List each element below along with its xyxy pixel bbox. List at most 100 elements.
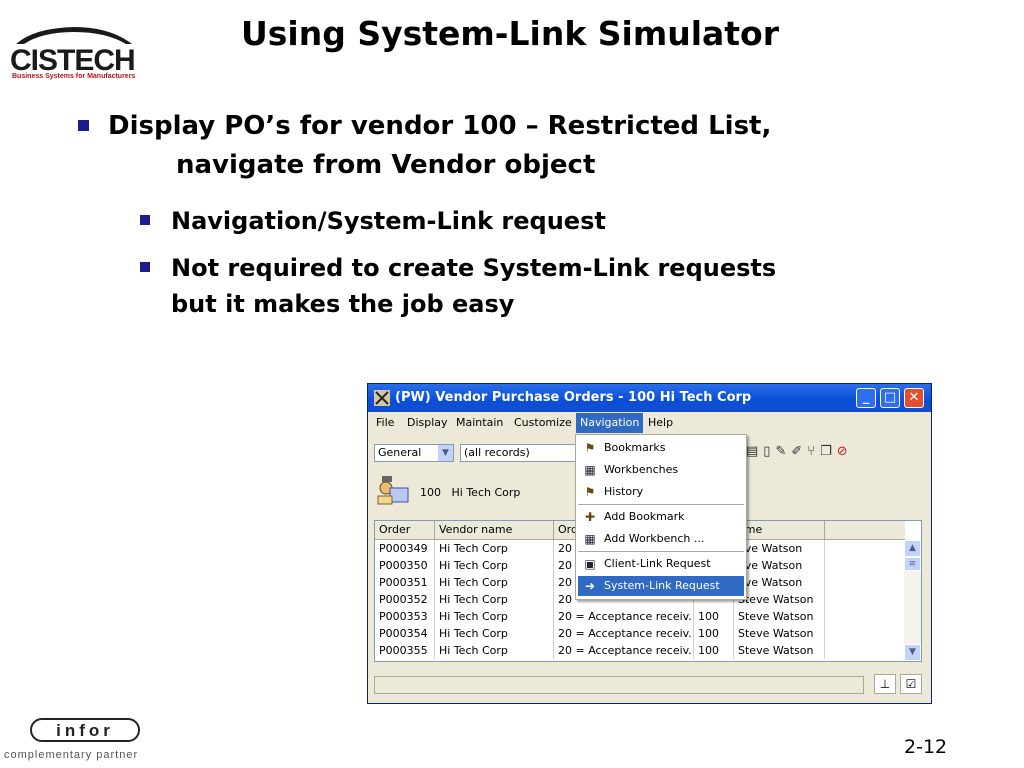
- cell-buyer: Steve Watson: [734, 608, 825, 625]
- menu-display[interactable]: Display: [407, 416, 448, 429]
- delete-icon[interactable]: ⊘: [837, 444, 853, 459]
- column-header-buyer-name[interactable]: ame: [734, 521, 825, 540]
- cell-status: 20 = Acceptance receiv...: [554, 625, 694, 642]
- toolbar-icons: ▤▯✎✐⑂❐⊘: [746, 444, 853, 459]
- checklist-icon[interactable]: ☑: [900, 674, 922, 694]
- cell-code: 100: [694, 608, 734, 625]
- column-header-order[interactable]: Order: [375, 521, 435, 540]
- cell-buyer: Steve Watson: [734, 591, 825, 608]
- menu-item-label: Workbenches: [604, 463, 679, 476]
- chevron-down-icon[interactable]: ▼: [438, 445, 453, 461]
- minimize-button[interactable]: _: [856, 388, 876, 408]
- bullet-sub-2: Not required to create System-Link reque…: [140, 250, 776, 322]
- cell-vendor-name: Hi Tech Corp: [435, 642, 554, 659]
- bullet-sub-2-line2: but it makes the job easy: [171, 290, 515, 318]
- vendor-header: 100 Hi Tech Corp: [420, 486, 520, 499]
- tree-icon[interactable]: ⑂: [807, 444, 820, 459]
- menu-separator: [578, 551, 744, 552]
- cell-vendor-name: Hi Tech Corp: [435, 608, 554, 625]
- cell-order: P000353: [375, 608, 435, 625]
- menu-item-label: Bookmarks: [604, 441, 666, 454]
- cell-order: P000350: [375, 557, 435, 574]
- cell-vendor-name: Hi Tech Corp: [435, 574, 554, 591]
- cell-buyer: eve Watson: [734, 540, 825, 557]
- cell-code: 100: [694, 625, 734, 642]
- cell-vendor-name: Hi Tech Corp: [435, 625, 554, 642]
- menu-item-add-workbench[interactable]: ▦ Add Workbench ...: [578, 529, 744, 549]
- cell-status: 20 = Acceptance receiv...: [554, 642, 694, 659]
- close-button[interactable]: ✕: [904, 388, 924, 408]
- cell-order: P000354: [375, 625, 435, 642]
- maximize-button[interactable]: □: [880, 388, 900, 408]
- footer-partner-text: complementary partner: [4, 749, 139, 761]
- new-document-icon[interactable]: ▯: [763, 444, 775, 459]
- workbenches-icon: ▦: [584, 463, 596, 477]
- history-icon: ⚑: [584, 485, 596, 499]
- infor-logo: infor: [30, 718, 140, 742]
- view-select[interactable]: General ▼: [374, 444, 454, 462]
- system-link-icon: ➜: [584, 579, 596, 593]
- table-row[interactable]: P000355 Hi Tech Corp 20 = Acceptance rec…: [375, 642, 905, 659]
- scroll-thumb[interactable]: ≡: [904, 557, 921, 571]
- view-select-value: General: [378, 446, 422, 459]
- scroll-down-button[interactable]: ▼: [904, 644, 921, 661]
- menu-bar: File Display Maintain Customize Navigati…: [368, 413, 931, 433]
- bullet-sub-1: Navigation/System-Link request: [140, 203, 606, 239]
- window-title: (PW) Vendor Purchase Orders - 100 Hi Tec…: [395, 390, 752, 405]
- cell-buyer: eve Watson: [734, 557, 825, 574]
- car-silhouette-icon: [16, 27, 132, 44]
- bullet-sub-2-line1: Not required to create System-Link reque…: [171, 254, 777, 282]
- bullet-square-icon: [78, 120, 89, 131]
- vendor-id: 100: [420, 486, 441, 499]
- scroll-up-button[interactable]: ▲: [904, 540, 921, 557]
- table-row[interactable]: P000353 Hi Tech Corp 20 = Acceptance rec…: [375, 608, 905, 625]
- bookmarks-icon: ⚑: [584, 441, 596, 455]
- infor-logo-text: infor: [56, 721, 114, 740]
- menu-item-client-link-request[interactable]: ▣ Client-Link Request: [578, 554, 744, 574]
- cistech-logo: CISTECH Business Systems for Manufacture…: [10, 24, 144, 86]
- print-icon[interactable]: ▤: [746, 444, 763, 459]
- cell-status: 20 = Acceptance receiv...: [554, 608, 694, 625]
- menu-item-label: System-Link Request: [604, 579, 720, 592]
- bullet-square-icon: [140, 215, 150, 225]
- bullet-square-icon: [140, 262, 150, 272]
- app-icon: [374, 390, 390, 406]
- menu-item-label: Add Bookmark: [604, 510, 685, 523]
- cell-vendor-name: Hi Tech Corp: [435, 557, 554, 574]
- cell-buyer: eve Watson: [734, 574, 825, 591]
- cell-buyer: Steve Watson: [734, 642, 825, 659]
- menu-help[interactable]: Help: [648, 416, 673, 429]
- menu-maintain[interactable]: Maintain: [456, 416, 503, 429]
- edit-pencil-icon[interactable]: ✎: [775, 444, 791, 459]
- copy-icon[interactable]: ❐: [820, 444, 837, 459]
- menu-item-system-link-request[interactable]: ➜ System-Link Request: [578, 576, 744, 596]
- cell-buyer: Steve Watson: [734, 625, 825, 642]
- menu-item-label: Add Workbench ...: [604, 532, 705, 545]
- table-row[interactable]: P000354 Hi Tech Corp 20 = Acceptance rec…: [375, 625, 905, 642]
- column-header-filler: [825, 521, 905, 540]
- vendor-name: Hi Tech Corp: [451, 486, 521, 499]
- menu-file[interactable]: File: [376, 416, 394, 429]
- records-select-value: (all records): [464, 446, 530, 459]
- window-titlebar[interactable]: (PW) Vendor Purchase Orders - 100 Hi Tec…: [368, 384, 931, 412]
- menu-item-history[interactable]: ⚑ History: [578, 482, 744, 502]
- vertical-scrollbar[interactable]: ▲ ≡ ▼: [904, 540, 921, 661]
- cell-order: P000352: [375, 591, 435, 608]
- column-header-vendor-name[interactable]: Vendor name: [435, 521, 554, 540]
- menu-item-add-bookmark[interactable]: ✚ Add Bookmark: [578, 507, 744, 527]
- menu-customize[interactable]: Customize: [514, 416, 572, 429]
- cell-vendor-name: Hi Tech Corp: [435, 540, 554, 557]
- bullet-main: Display PO’s for vendor 100 – Restricted…: [78, 107, 771, 185]
- chart-icon[interactable]: ⊥: [874, 674, 896, 694]
- menu-item-workbenches[interactable]: ▦ Workbenches: [578, 460, 744, 480]
- cell-code: 100: [694, 642, 734, 659]
- menu-navigation[interactable]: Navigation: [576, 413, 644, 433]
- edit-list-icon[interactable]: ✐: [791, 444, 807, 459]
- logo-tagline: Business Systems for Manufacturers: [12, 73, 136, 80]
- menu-item-label: Client-Link Request: [604, 557, 711, 570]
- cell-order: P000349: [375, 540, 435, 557]
- records-select[interactable]: (all records): [460, 444, 578, 462]
- menu-item-bookmarks[interactable]: ⚑ Bookmarks: [578, 438, 744, 458]
- cell-order: P000355: [375, 642, 435, 659]
- status-bar: [374, 676, 864, 694]
